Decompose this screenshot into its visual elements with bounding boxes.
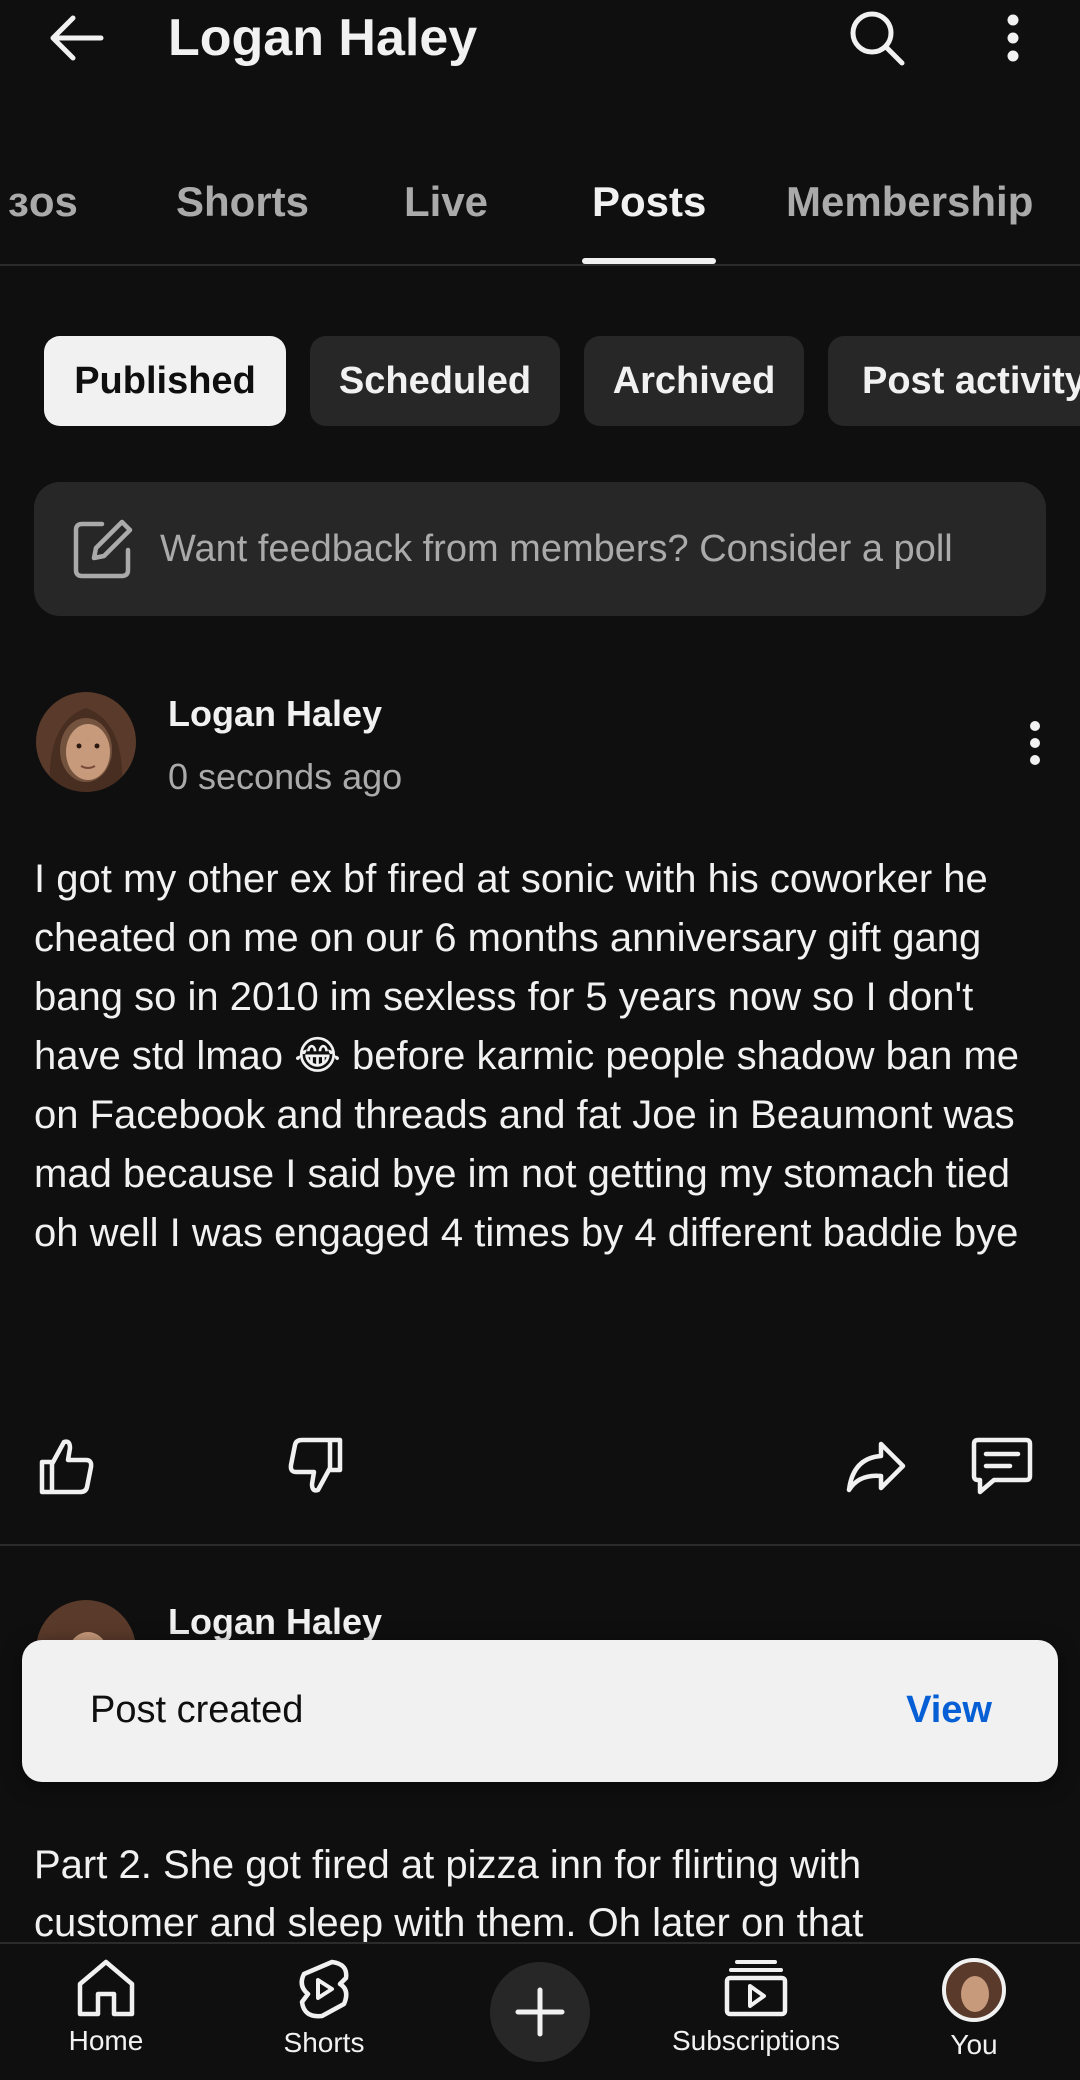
more-vert-icon	[1007, 14, 1019, 62]
post-body: I got my other ex bf fired at sonic with…	[34, 857, 1020, 1255]
chip-post-activity[interactable]: Post activity	[828, 336, 1080, 426]
nav-label: Shorts	[283, 2027, 365, 2058]
shorts-icon	[299, 1959, 349, 2019]
nav-label: Subscriptions	[671, 2025, 841, 2056]
prompt-text: Want feedback from members? Consider a p…	[160, 527, 953, 570]
search-button[interactable]	[842, 6, 912, 70]
tab-live[interactable]: Live	[404, 176, 488, 228]
bottom-navigation: Home Shorts Subscriptions You	[0, 1942, 1080, 2080]
dislike-button[interactable]	[280, 1430, 352, 1502]
post-divider	[0, 1544, 1080, 1546]
thumbs-down-icon	[288, 1437, 343, 1493]
thumbs-up-icon	[39, 1439, 94, 1495]
post-timestamp: 0 seconds ago	[168, 756, 403, 797]
chip-archived[interactable]: Archived	[584, 336, 804, 426]
post-body-line: Part 2. She got fired at pizza inn for f…	[34, 1843, 862, 1887]
active-tab-indicator	[582, 258, 716, 264]
tab-shorts[interactable]: Shorts	[176, 176, 309, 228]
snackbar-message: Post created	[90, 1689, 304, 1731]
channel-title: Logan Haley	[168, 9, 478, 67]
chip-scheduled[interactable]: Scheduled	[310, 336, 560, 426]
nav-shorts[interactable]: Shorts	[224, 1958, 424, 2060]
share-icon	[846, 1441, 906, 1493]
nav-you[interactable]: You	[874, 1958, 1074, 2062]
search-icon	[850, 11, 905, 66]
comments-button[interactable]	[966, 1430, 1038, 1502]
create-post-prompt[interactable]: Want feedback from members? Consider a p…	[34, 482, 1046, 616]
filter-chips: Published Scheduled Archived Post activi…	[0, 336, 1080, 426]
channel-tabs: ɜos Shorts Live Posts Membership	[0, 160, 1080, 266]
subscriptions-icon	[724, 1960, 788, 2017]
nav-home[interactable]: Home	[6, 1958, 206, 2058]
avatar[interactable]	[36, 692, 136, 792]
arrow-back-icon	[50, 15, 104, 61]
snackbar-view-button[interactable]: View	[906, 1686, 992, 1734]
home-icon	[77, 1959, 135, 2017]
nav-label: You	[950, 2029, 998, 2060]
post-author: Logan Haley	[168, 693, 383, 734]
nav-subscriptions[interactable]: Subscriptions	[656, 1958, 856, 2058]
post-menu-button[interactable]	[1012, 708, 1058, 778]
tab-posts[interactable]: Posts	[592, 176, 706, 228]
edit-icon	[73, 519, 133, 579]
avatar-image	[36, 692, 136, 792]
post-author: Logan Haley	[168, 1601, 383, 1642]
plus-icon	[515, 1987, 565, 2037]
top-app-bar: Logan Haley	[0, 0, 1080, 80]
tab-membership[interactable]: Membership	[786, 176, 1033, 228]
chip-published[interactable]: Published	[44, 336, 286, 426]
profile-avatar-icon	[942, 1958, 1006, 2022]
share-button[interactable]	[840, 1430, 912, 1502]
like-button[interactable]	[30, 1430, 102, 1502]
more-vert-icon	[1030, 721, 1040, 765]
nav-label: Home	[68, 2025, 144, 2056]
snackbar: Post created View	[22, 1640, 1058, 1782]
create-button[interactable]	[490, 1962, 590, 2062]
comment-icon	[971, 1437, 1033, 1495]
more-options-button[interactable]	[990, 6, 1036, 70]
post-body-preview: Part 2. She got fired at pizza inn for f…	[34, 1836, 1050, 1952]
tab-videos[interactable]: ɜos	[8, 176, 78, 228]
back-button[interactable]	[44, 8, 110, 68]
